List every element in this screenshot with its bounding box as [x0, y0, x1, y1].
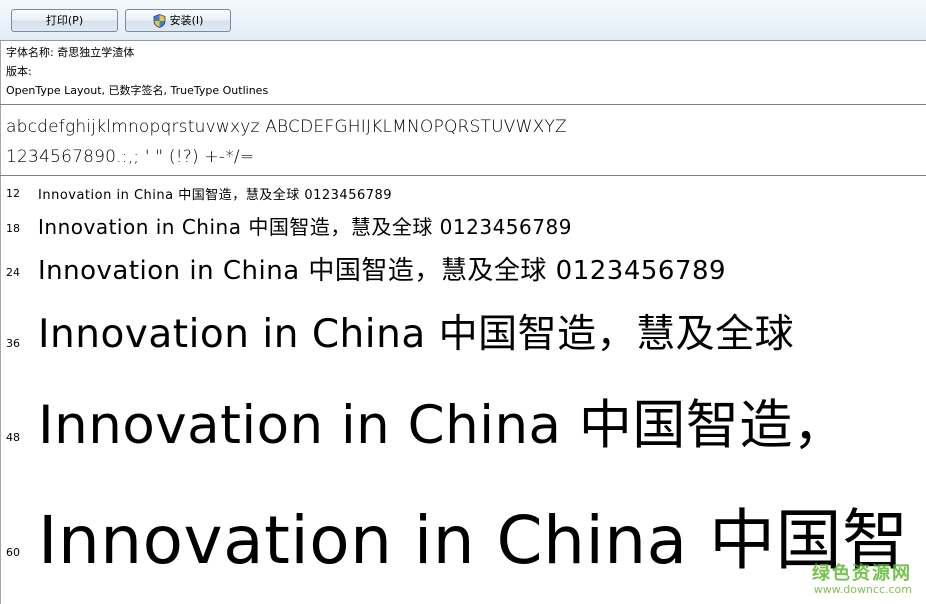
charset-letters: abcdefghijklmnopqrstuvwxyz ABCDEFGHIJKLM…: [6, 117, 567, 137]
sample-size-label: 18: [6, 222, 20, 235]
divider: [0, 104, 926, 105]
toolbar: 打印(P) 安装(I): [0, 0, 926, 41]
install-button-label: 安装(I): [169, 14, 204, 27]
watermark-brand: 绿色资源网: [812, 563, 912, 584]
print-button-label: 打印(P): [45, 14, 84, 27]
divider: [0, 175, 926, 176]
content-border: [0, 41, 1, 604]
sample-size-label: 60: [6, 546, 20, 559]
sample-text: Innovation in China 中国智造，慧及全球: [38, 312, 795, 357]
font-name-line: 字体名称: 奇思独立学渣体: [6, 46, 135, 59]
sample-size-label: 12: [6, 187, 20, 200]
uac-shield-icon: [153, 13, 165, 28]
sample-size-label: 24: [6, 266, 20, 279]
sample-text: Innovation in China 中国智造，慧及全球 0123456789: [38, 188, 393, 203]
font-version-line: 版本:: [6, 65, 32, 78]
sample-text: Innovation in China 中国智: [38, 502, 909, 579]
print-button[interactable]: 打印(P): [11, 9, 118, 32]
sample-text: Innovation in China 中国智造，慧及全球 0123456789: [38, 256, 727, 286]
sample-text: Innovation in China 中国智造，: [38, 395, 847, 456]
watermark: 绿色资源网 www.downcc.com: [812, 564, 912, 596]
font-type-line: OpenType Layout, 已数字签名, TrueType Outline…: [6, 84, 269, 97]
install-button[interactable]: 安装(I): [125, 9, 231, 32]
sample-size-label: 48: [6, 431, 20, 444]
sample-text: Innovation in China 中国智造，慧及全球 0123456789: [38, 215, 572, 239]
sample-size-label: 36: [6, 337, 20, 350]
watermark-url: www.downcc.com: [813, 583, 912, 596]
charset-symbols: 1234567890.:,; ' " (!?) +-*/=: [6, 147, 255, 167]
